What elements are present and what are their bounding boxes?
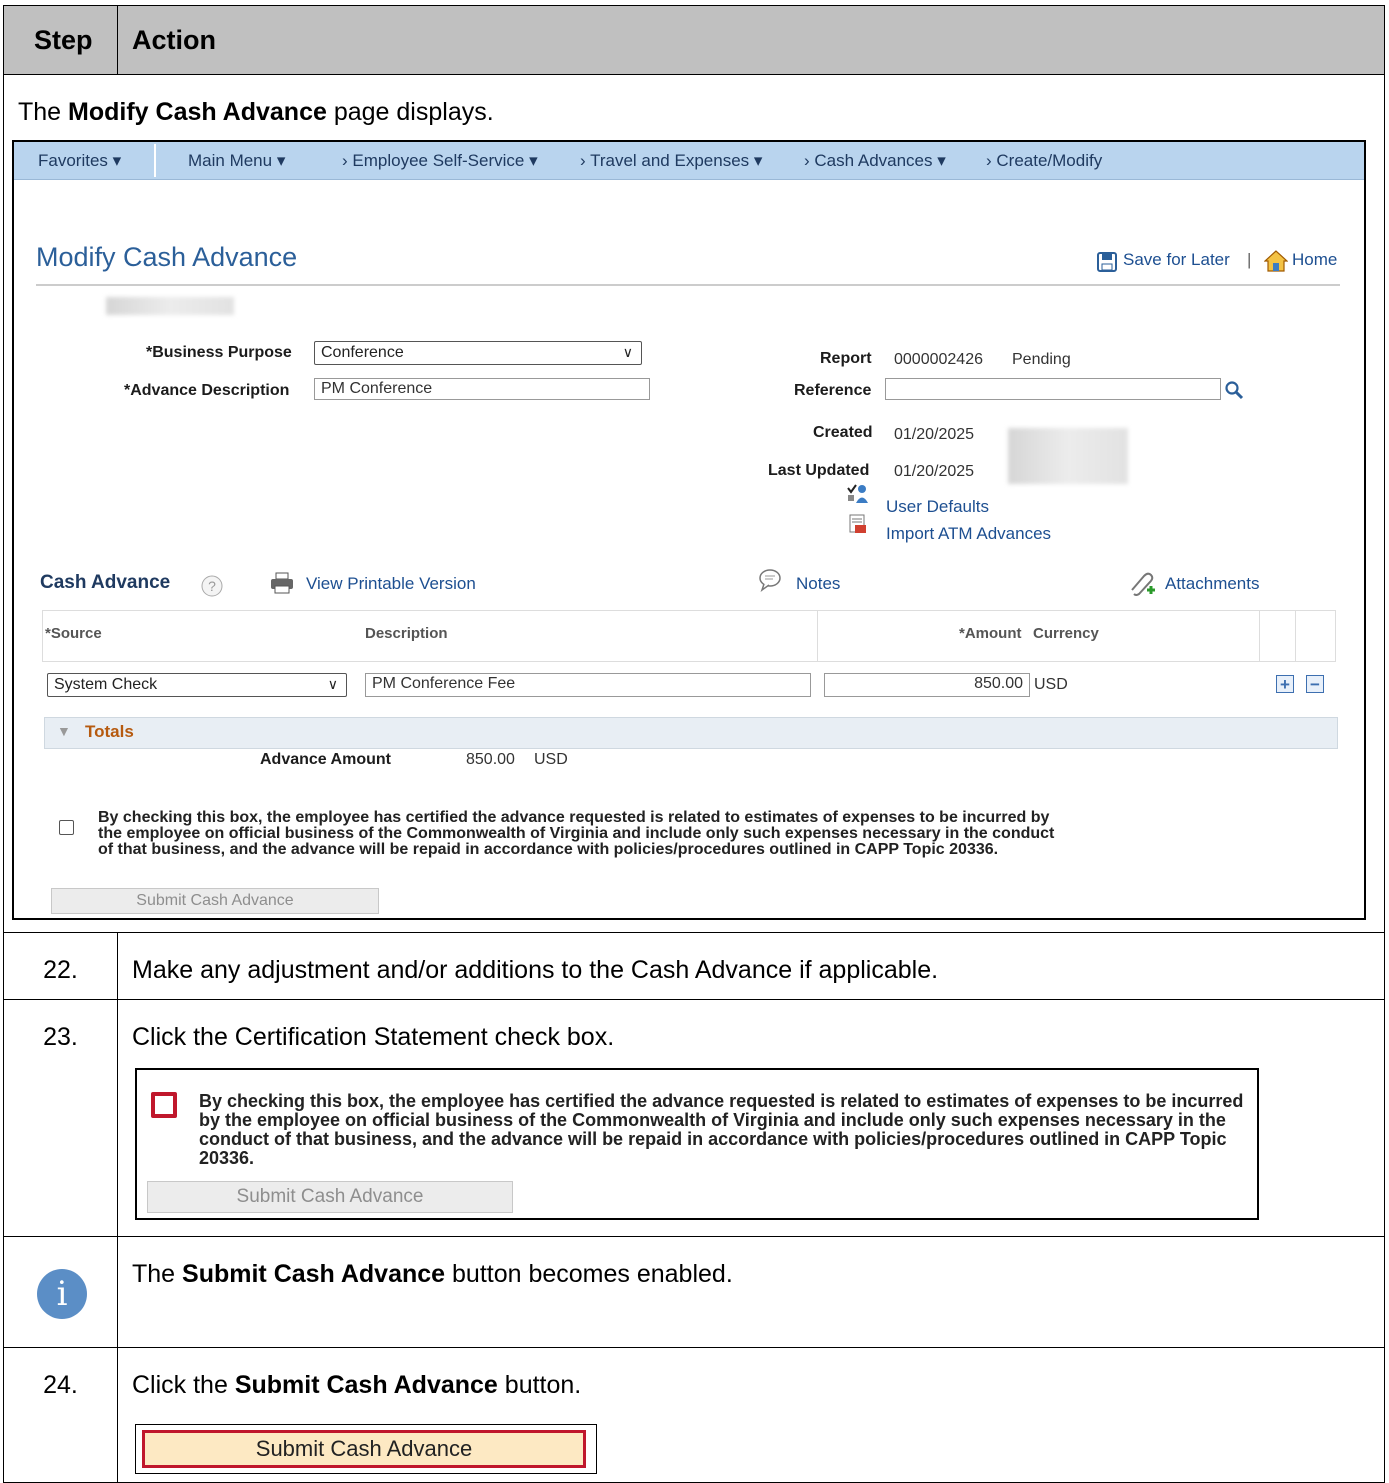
advance-amount-label: Advance Amount [260,751,391,768]
description-input[interactable]: PM Conference Fee [365,673,811,697]
grid-divider [1259,611,1260,661]
home-icon[interactable] [1264,250,1288,272]
business-purpose-label: *Business Purpose [146,344,292,361]
step-row-24: 24. Click the Submit Cash Advance button… [3,1348,1385,1483]
step-number: 24. [43,1371,78,1399]
step-cell [4,1348,118,1482]
info-row: i The Submit Cash Advance button becomes… [3,1237,1385,1348]
breadcrumb-travel-and-expenses[interactable]: › Travel and Expenses ▾ [580,151,762,171]
help-icon[interactable]: ? [200,574,224,598]
section-title: Cash Advance [40,572,171,593]
cash-advance-grid-header: *Source Description *Amount Currency [42,610,1336,662]
currency-value: USD [1034,676,1068,693]
title-divider [36,284,1340,286]
redacted-name [106,297,234,315]
main-menu[interactable]: Main Menu ▾ [188,151,285,171]
step-header: Step [34,25,93,55]
link-separator: | [1247,250,1252,269]
totals-section[interactable]: ▼ Totals [44,717,1338,749]
info-text: The Submit Cash Advance button becomes e… [132,1260,733,1288]
nav-separator [154,144,156,177]
home-link[interactable]: Home [1292,250,1337,270]
minus-icon[interactable]: − [1306,675,1324,693]
redacted-user [1008,428,1128,484]
favorites-menu[interactable]: Favorites ▾ [38,151,121,171]
notes-icon[interactable] [758,568,784,592]
grid-divider [817,611,818,661]
last-updated-label: Last Updated [768,462,870,479]
save-icon[interactable] [1097,252,1117,272]
description-column-header: Description [365,625,448,642]
business-purpose-select[interactable]: Conference ∨ [314,341,642,365]
intro-row: The Modify Cash Advance page displays. F… [3,74,1385,933]
submit-cash-advance-button[interactable]: Submit Cash Advance [51,888,379,914]
step-number: 22. [43,956,78,984]
page-title: Modify Cash Advance [36,242,298,272]
last-updated-date: 01/20/2025 [894,463,975,480]
chevron-down-icon: ∨ [622,344,633,360]
source-select[interactable]: System Check ∨ [47,673,347,697]
user-defaults-link[interactable]: User Defaults [886,497,989,517]
currency-column-header: Currency [1033,625,1099,642]
intro-text: The Modify Cash Advance page displays. [18,98,494,126]
breadcrumb-create-modify[interactable]: › Create/Modify [986,151,1102,171]
breadcrumb-cash-advances[interactable]: › Cash Advances ▾ [804,151,946,171]
nav-bar: Favorites ▾ Main Menu ▾ › Employee Self-… [14,142,1364,180]
amount-column-header: *Amount [959,625,1022,642]
reference-label: Reference [794,382,872,399]
step-text: Make any adjustment and/or additions to … [132,956,939,984]
app-screenshot: Favorites ▾ Main Menu ▾ › Employee Self-… [12,140,1366,920]
info-icon: i [37,1269,87,1319]
submit-cash-advance-button-enabled[interactable]: Submit Cash Advance [142,1430,586,1468]
notes-link[interactable]: Notes [796,574,840,594]
report-label: Report [820,350,872,367]
certification-checkbox[interactable] [59,820,74,835]
advance-amount-value: 850.00 [466,751,515,768]
grid-divider [1295,611,1296,661]
submit-cash-advance-button-disabled[interactable]: Submit Cash Advance [147,1181,513,1213]
table-header: Step Action [3,5,1385,75]
plus-icon[interactable]: + [1276,675,1294,693]
breadcrumb-employee-self-service[interactable]: › Employee Self-Service ▾ [342,151,538,171]
import-icon[interactable] [849,514,867,534]
step-text: Click the Submit Cash Advance button. [132,1371,582,1399]
svg-text:?: ? [208,578,216,594]
step-number: 23. [43,1023,78,1051]
chevron-down-icon: ∨ [327,676,338,692]
triangle-down-icon: ▼ [57,723,71,739]
attachment-icon[interactable] [1128,570,1158,596]
certification-text-zoomed: By checking this box, the employee has c… [199,1091,1244,1168]
source-column-header: *Source [45,625,102,642]
save-for-later-link[interactable]: Save for Later [1123,250,1230,270]
certification-checkbox-highlight[interactable] [151,1092,177,1118]
created-date: 01/20/2025 [894,426,975,443]
step-text: Click the Certification Statement check … [132,1023,615,1051]
user-defaults-icon[interactable] [847,484,869,504]
report-number: 0000002426 [894,351,983,368]
view-printable-link[interactable]: View Printable Version [306,574,476,594]
report-status: Pending [1012,351,1071,368]
certification-text: By checking this box, the employee has c… [98,809,1055,858]
advance-description-input[interactable]: PM Conference [314,378,650,400]
advance-amount-currency: USD [534,751,568,768]
search-icon[interactable] [1224,380,1244,400]
created-label: Created [813,424,873,441]
advance-description-label: *Advance Description [124,382,290,399]
attachments-link[interactable]: Attachments [1165,574,1260,594]
submit-callout: Submit Cash Advance [135,1424,597,1474]
certification-callout: By checking this box, the employee has c… [135,1068,1259,1220]
totals-label: Totals [85,722,134,741]
instruction-document: Step Action The Modify Cash Advance page… [3,5,1385,1483]
action-header: Action [132,25,216,55]
import-atm-link[interactable]: Import ATM Advances [886,524,1051,544]
amount-input[interactable]: 850.00 [824,673,1030,697]
step-row-23: 23. Click the Certification Statement ch… [3,1000,1385,1237]
step-row-22: 22. Make any adjustment and/or additions… [3,933,1385,1000]
reference-input[interactable] [885,378,1221,400]
printer-icon[interactable] [270,572,294,594]
